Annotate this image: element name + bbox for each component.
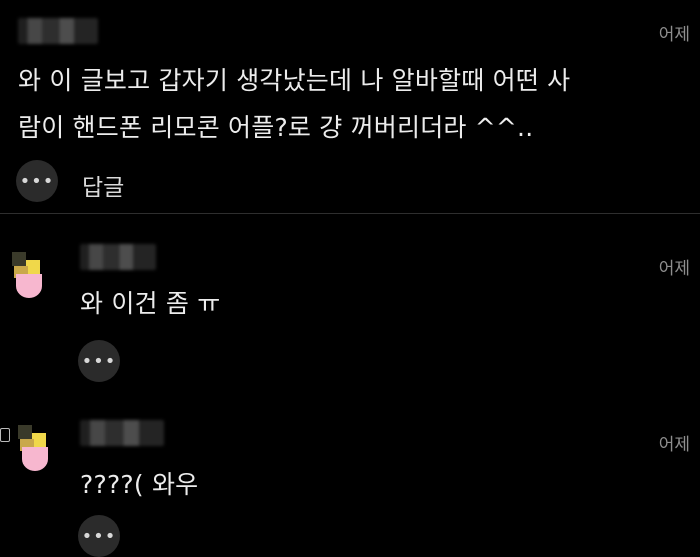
reply-button[interactable]: 답글 [82, 168, 124, 202]
avatar[interactable] [6, 252, 42, 304]
comment-time: 어제 [658, 435, 690, 455]
more-options-button[interactable]: ••• [78, 340, 120, 382]
comment-body: 와 이건 좀 ㅠ [80, 289, 221, 318]
author-name-masked [18, 18, 98, 44]
avatar-face [22, 447, 48, 471]
comment-time: 어제 [658, 259, 690, 279]
more-options-button[interactable]: ••• [78, 515, 120, 557]
comment-body-line-1: 와 이 글보고 갑자기 생각났는데 나 알바할때 어떤 사 [18, 66, 571, 95]
edge-indicator [0, 428, 10, 442]
avatar[interactable] [12, 425, 48, 477]
avatar-pixel [18, 425, 32, 439]
author-name-masked [80, 244, 156, 270]
more-options-button[interactable]: ••• [16, 160, 58, 202]
comment-time: 어제 [658, 25, 690, 45]
avatar-face [16, 274, 42, 298]
comment-body-line-2: 람이 핸드폰 리모콘 어플?로 걍 꺼버리더라 ^^.. [18, 113, 534, 142]
comment-body: ????( 와우 [80, 470, 199, 499]
avatar-pixel [12, 252, 26, 266]
author-name-masked [80, 420, 164, 446]
divider [0, 213, 700, 214]
